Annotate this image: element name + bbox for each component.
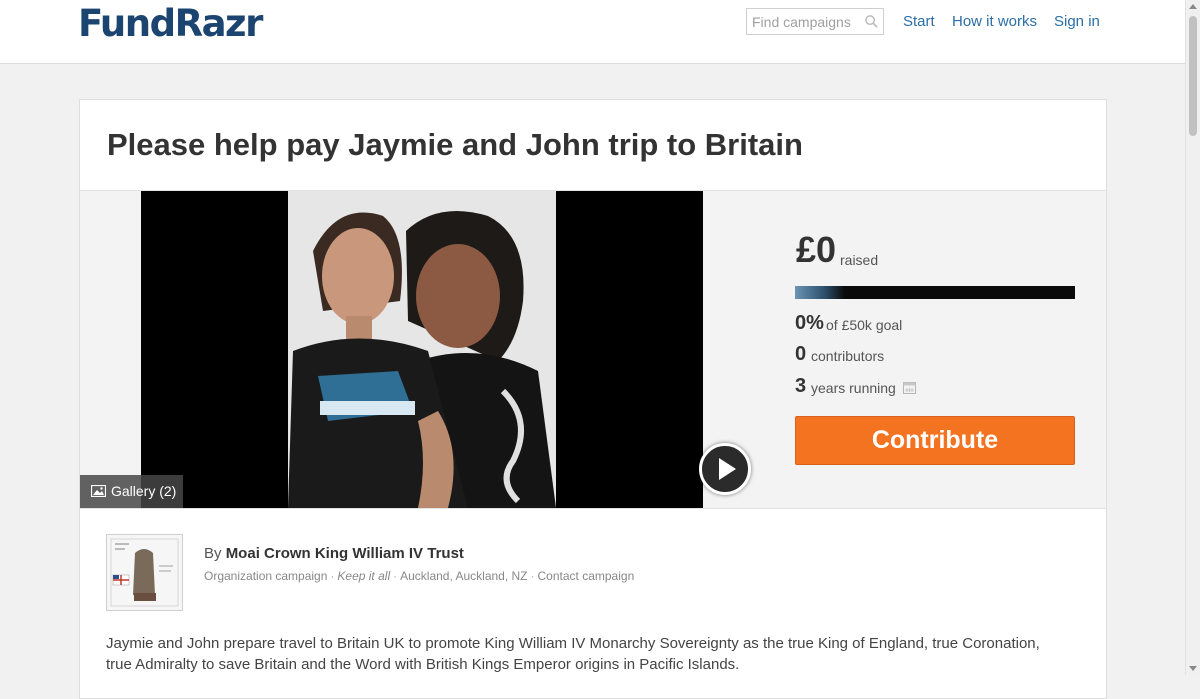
goal-label: of £50k goal [826, 317, 903, 333]
by-label: By [204, 545, 222, 562]
contact-campaign-link[interactable]: Contact campaign [538, 569, 635, 583]
campaign-title: Please help pay Jaymie and John trip to … [107, 127, 803, 162]
campaign-card: Please help pay Jaymie and John trip to … [79, 99, 1107, 699]
play-icon [719, 458, 736, 480]
nav-sign-in-link[interactable]: Sign in [1054, 13, 1100, 30]
scroll-down-arrow-icon[interactable] [1189, 666, 1197, 671]
site-header: FundRazr Start How it works Sign in [0, 0, 1185, 64]
image-icon [91, 485, 106, 497]
campaign-meta: Organization campaign · Keep it all · Auckla… [204, 569, 634, 583]
contributors-count: 0 [795, 343, 807, 365]
people-photo-image [288, 191, 556, 508]
campaign-video[interactable] [141, 191, 703, 508]
running-count: 3 [795, 375, 807, 397]
search-box[interactable] [746, 8, 884, 35]
meta-separator: · [530, 569, 535, 583]
nav-start-link[interactable]: Start [903, 13, 935, 30]
percent-funded: 0% [795, 312, 824, 334]
contribute-button[interactable]: Contribute [795, 416, 1075, 465]
fundrazr-logo[interactable]: FundRazr [78, 2, 263, 45]
contributors-label: contributors [811, 348, 885, 364]
organization-logo-image [107, 535, 182, 610]
running-label: years running [811, 380, 896, 396]
raised-label: raised [840, 252, 879, 268]
calendar-icon [903, 382, 916, 394]
gallery-label: Gallery (2) [111, 483, 177, 499]
organization-name-link[interactable]: Moai Crown King William IV Trust [226, 545, 464, 562]
search-input[interactable] [747, 9, 864, 34]
scrollbar-thumb[interactable] [1189, 16, 1197, 136]
search-icon[interactable] [864, 14, 879, 29]
raised-amount: £0 [796, 229, 837, 270]
play-video-button[interactable] [699, 443, 751, 495]
campaign-location: Auckland, Auckland, NZ [400, 569, 528, 583]
campaign-byline: By Moai Crown King William IV Trust [204, 545, 464, 562]
meta-separator: · [393, 569, 398, 583]
scroll-up-arrow-icon[interactable] [1189, 4, 1197, 9]
page-scrollbar[interactable] [1185, 0, 1200, 675]
organization-avatar[interactable] [106, 534, 183, 611]
progress-bar-tint [795, 286, 845, 299]
nav-how-it-works-link[interactable]: How it works [952, 13, 1037, 30]
campaign-hero: Gallery (2) £0 raised 0% of £50k goal 0 … [80, 190, 1106, 509]
funding-progress-bar [795, 286, 1075, 299]
campaign-photo [288, 191, 556, 508]
meta-separator: · [330, 569, 335, 583]
campaign-type: Organization campaign [204, 569, 328, 583]
gallery-button[interactable]: Gallery (2) [80, 475, 183, 508]
campaign-description: Jaymie and John prepare travel to Britai… [106, 635, 1040, 673]
funding-model: Keep it all [337, 569, 391, 583]
